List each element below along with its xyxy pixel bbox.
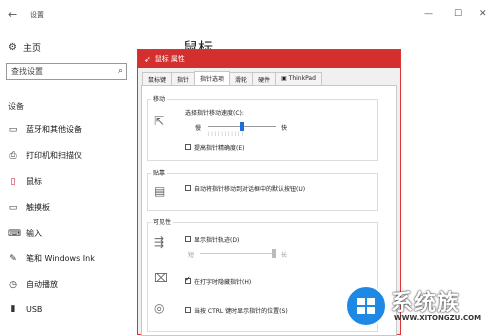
- fast-label: 快: [281, 125, 288, 132]
- motion-group-label: 移动: [151, 94, 168, 103]
- dialog-title: 鼠标 属性: [154, 55, 185, 63]
- trails-slider-track: [200, 253, 276, 254]
- visibility-group-label: 可见性: [151, 217, 174, 226]
- snap-to-group: 贴靠 ▤ 自动将指针移动到对话框中的默认按钮(U): [147, 168, 378, 211]
- sidebar-item-typing[interactable]: ⌨ 输入: [8, 228, 42, 239]
- sidebar-item-label: 触摸板: [26, 203, 50, 212]
- search-icon: ⌕: [117, 66, 123, 76]
- tab-thinkpad[interactable]: ▣ ThinkPad: [275, 72, 322, 85]
- back-arrow-icon[interactable]: ←: [8, 8, 17, 21]
- home-label: 主页: [22, 44, 41, 54]
- sidebar-item-label: 输入: [26, 229, 42, 238]
- settings-titlebar: ← 设置 — ☐ ✕: [0, 0, 492, 30]
- long-label: 长: [281, 252, 288, 259]
- close-icon[interactable]: ✕: [479, 9, 487, 19]
- mouse-pointer-icon: ➶: [144, 54, 151, 64]
- pointer-trails-icon: ⇶: [154, 235, 165, 249]
- hide-typing-label: 在打字时隐藏指针(H): [194, 279, 252, 286]
- bluetooth-devices-icon: ▭: [8, 124, 18, 135]
- keyboard-icon: ⌨: [8, 228, 21, 239]
- short-label: 短: [188, 252, 195, 259]
- sidebar-item-label: USB: [26, 304, 43, 314]
- thinkpad-icon: ▣: [281, 75, 289, 82]
- sidebar-item-pen[interactable]: ✎ 笔和 Windows Ink: [8, 253, 95, 264]
- sidebar-item-label: 笔和 Windows Ink: [26, 254, 95, 263]
- speed-slider-thumb[interactable]: [240, 122, 244, 131]
- window-title: 设置: [30, 11, 44, 19]
- sidebar-home[interactable]: ⚙ 主页: [8, 41, 41, 54]
- watermark: 系统族 WWW.XITONGZU.COM: [343, 281, 492, 335]
- pen-icon: ✎: [9, 253, 17, 264]
- trails-checkbox[interactable]: [185, 236, 191, 242]
- watermark-text: 系统族: [391, 291, 461, 316]
- trails-label: 显示指针轨迹(D): [194, 237, 240, 244]
- show-ctrl-checkbox[interactable]: [185, 307, 191, 313]
- search-input[interactable]: 查找设置 ⌕: [6, 63, 127, 80]
- sidebar-section-title: 设备: [8, 102, 24, 111]
- sidebar-item-autoplay[interactable]: ◷ 自动播放: [8, 279, 58, 290]
- snap-to-checkbox[interactable]: [185, 185, 191, 191]
- tab-hardware[interactable]: 硬件: [252, 72, 277, 85]
- dialog-titlebar[interactable]: ➶ 鼠标 属性: [138, 50, 400, 68]
- sidebar-item-printers[interactable]: ⎙ 打印机和扫描仪: [8, 150, 82, 161]
- trails-slider-thumb[interactable]: [272, 249, 276, 258]
- precision-checkbox[interactable]: [185, 144, 191, 150]
- sidebar-item-label: 自动播放: [26, 280, 58, 289]
- snap-to-group-label: 贴靠: [151, 168, 168, 177]
- windows-logo-icon: [345, 285, 387, 327]
- printer-icon: ⎙: [9, 150, 17, 161]
- usb-icon: ▮: [10, 304, 16, 314]
- sidebar-item-bluetooth[interactable]: ▭ 蓝牙和其他设备: [8, 124, 82, 135]
- touchpad-icon: ▭: [8, 202, 18, 213]
- pointer-speed-icon: ⇱: [154, 114, 165, 128]
- speed-label: 选择指针移动速度(C):: [185, 110, 244, 117]
- snap-to-label: 自动将指针移动到对话框中的默认按钮(U): [194, 186, 306, 193]
- tab-pointers[interactable]: 指针: [171, 72, 196, 85]
- pointer-location-icon: ◎: [154, 301, 165, 315]
- search-placeholder: 查找设置: [11, 67, 43, 76]
- sidebar-item-touchpad[interactable]: ▭ 触摸板: [8, 202, 50, 213]
- watermark-url: WWW.XITONGZU.COM: [394, 314, 482, 322]
- gear-icon: ⚙: [8, 42, 17, 53]
- sidebar-item-label: 鼠标: [26, 177, 42, 186]
- snap-to-icon: ▤: [154, 184, 166, 198]
- sidebar-item-label: 蓝牙和其他设备: [26, 125, 82, 134]
- speed-slider-ticks: |||||||||||: [208, 131, 245, 136]
- tab-wheel[interactable]: 滑轮: [229, 72, 254, 85]
- sidebar-item-usb[interactable]: ▮ USB: [8, 304, 43, 314]
- hide-pointer-icon: ⌧: [154, 271, 168, 285]
- minimize-icon[interactable]: —: [424, 9, 433, 19]
- maximize-icon[interactable]: ☐: [454, 9, 462, 19]
- show-ctrl-label: 当按 CTRL 键时显示指针的位置(S): [194, 308, 288, 315]
- precision-label: 提高指针精确度(E): [194, 145, 245, 152]
- autoplay-icon: ◷: [9, 279, 17, 290]
- slow-label: 慢: [195, 125, 202, 132]
- motion-group: 移动 ⇱ 选择指针移动速度(C): 慢 ||||||||||| 快 提高指针精确…: [147, 94, 378, 161]
- sidebar-item-mouse[interactable]: ▯ 鼠标: [8, 176, 42, 187]
- tab-buttons[interactable]: 鼠标键: [142, 72, 173, 85]
- hide-typing-checkbox[interactable]: [185, 275, 191, 284]
- tab-thinkpad-label: ThinkPad: [288, 75, 316, 82]
- dialog-tabs: 鼠标键 指针 指针选项 滑轮 硬件 ▣ ThinkPad: [142, 71, 322, 88]
- mouse-icon: ▯: [10, 176, 16, 187]
- sidebar-item-label: 打印机和扫描仪: [26, 151, 82, 160]
